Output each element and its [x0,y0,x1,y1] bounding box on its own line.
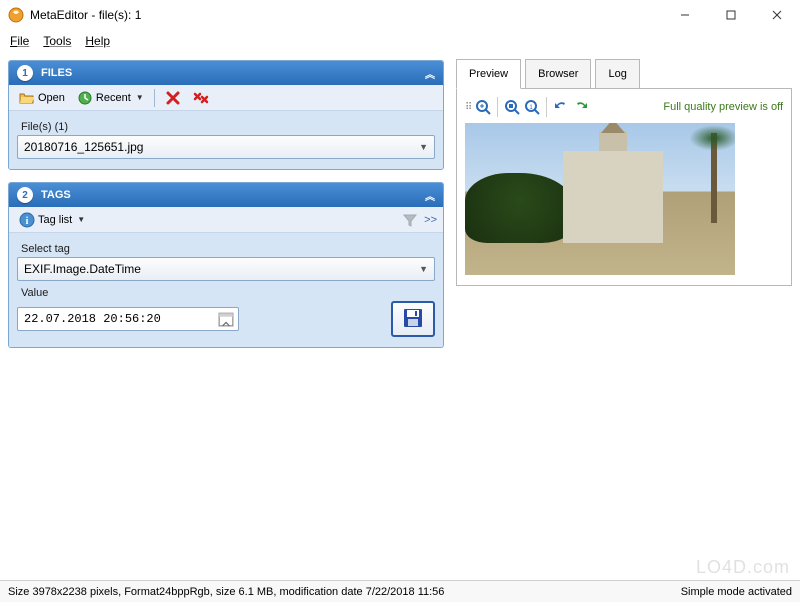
tags-panel-header[interactable]: 2 TAGS ︽ [9,183,443,207]
zoom-actual-icon[interactable]: 1 [524,99,540,115]
tab-preview[interactable]: Preview [456,59,521,89]
close-button[interactable] [754,0,800,30]
zoom-fit-icon[interactable] [504,99,520,115]
value-text: 22.07.2018 20:56:20 [24,312,161,326]
minimize-button[interactable] [662,0,708,30]
preview-foliage [465,173,575,243]
tag-list-button[interactable]: i Tag list ▼ [15,210,89,230]
tab-log[interactable]: Log [595,59,639,89]
app-icon [8,7,24,23]
panel-number-badge: 1 [17,65,33,81]
statusbar: Size 3978x2238 pixels, Format24bppRgb, s… [0,580,800,602]
left-column: 1 FILES ︽ Open Recent ▼ [0,52,452,578]
info-icon: i [19,212,35,228]
preview-building [563,151,663,243]
tags-toolbar: i Tag list ▼ >> [9,207,443,233]
file-select[interactable]: 20180716_125651.jpg ▼ [17,135,435,159]
collapse-icon[interactable]: ︽ [425,66,435,81]
tags-panel-body: Select tag EXIF.Image.DateTime ▼ Value 2… [9,233,443,347]
redo-icon[interactable] [573,99,589,115]
maximize-button[interactable] [708,0,754,30]
dropdown-arrow-icon: ▼ [77,215,85,224]
tags-panel: 2 TAGS ︽ i Tag list ▼ >> Select tag EXIF… [8,182,444,348]
svg-text:i: i [26,216,29,227]
panel-title: TAGS [41,189,71,201]
chevron-down-icon: ▼ [419,142,428,152]
delete-all-icon [193,90,209,106]
zoom-in-icon[interactable] [475,99,491,115]
files-panel-body: File(s) (1) 20180716_125651.jpg ▼ [9,111,443,169]
collapse-icon[interactable]: ︽ [425,188,435,203]
content: 1 FILES ︽ Open Recent ▼ [0,52,800,578]
tag-select-value: EXIF.Image.DateTime [24,262,141,276]
recent-icon [77,90,93,106]
tag-list-label: Tag list [38,214,72,226]
status-right: Simple mode activated [681,586,792,598]
window-controls [662,0,800,30]
tab-browser[interactable]: Browser [525,59,591,89]
filter-icon[interactable] [402,212,418,228]
value-input[interactable]: 22.07.2018 20:56:20 [17,307,239,331]
titlebar: MetaEditor - file(s): 1 [0,0,800,30]
files-count-label: File(s) (1) [21,121,435,133]
recent-button[interactable]: Recent ▼ [73,88,148,108]
preview-panel: ⠿ 1 Full quality preview is off [456,88,792,286]
separator [546,97,547,117]
files-panel: 1 FILES ︽ Open Recent ▼ [8,60,444,170]
open-label: Open [38,92,65,104]
value-label: Value [21,287,435,299]
recent-label: Recent [96,92,131,104]
delete-all-button[interactable] [189,88,213,108]
image-preview[interactable] [465,123,735,275]
date-picker-icon[interactable] [218,311,234,327]
preview-palm [711,133,717,223]
tag-select[interactable]: EXIF.Image.DateTime ▼ [17,257,435,281]
files-toolbar: Open Recent ▼ [9,85,443,111]
expand-icon[interactable]: >> [424,214,437,226]
watermark: LO4D.com [696,557,790,578]
grip-icon: ⠿ [465,102,471,113]
separator [497,97,498,117]
select-tag-label: Select tag [21,243,435,255]
chevron-down-icon: ▼ [419,264,428,274]
folder-open-icon [19,90,35,106]
right-column: Preview Browser Log ⠿ 1 Full quality pre… [452,52,800,578]
save-button[interactable] [391,301,435,337]
separator [154,89,155,107]
files-panel-header[interactable]: 1 FILES ︽ [9,61,443,85]
dropdown-arrow-icon: ▼ [136,93,144,102]
file-select-value: 20180716_125651.jpg [24,140,143,154]
menu-help[interactable]: Help [85,34,110,48]
window-title: MetaEditor - file(s): 1 [30,8,141,22]
open-button[interactable]: Open [15,88,69,108]
delete-button[interactable] [161,88,185,108]
quality-status: Full quality preview is off [663,101,783,113]
save-icon [402,307,424,332]
menu-file[interactable]: File [10,34,29,48]
menubar: File Tools Help [0,30,800,52]
tabs: Preview Browser Log [456,58,792,88]
value-row: 22.07.2018 20:56:20 [17,301,435,337]
status-left: Size 3978x2238 pixels, Format24bppRgb, s… [8,586,444,598]
panel-title: FILES [41,67,72,79]
preview-toolbar: ⠿ 1 Full quality preview is off [461,93,787,121]
delete-x-icon [165,90,181,106]
panel-number-badge: 2 [17,187,33,203]
undo-icon[interactable] [553,99,569,115]
menu-tools[interactable]: Tools [43,34,71,48]
